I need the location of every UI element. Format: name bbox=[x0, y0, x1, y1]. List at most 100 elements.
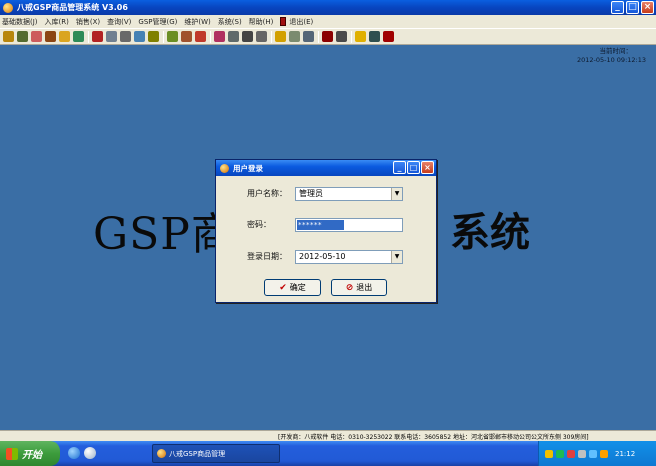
username-row: 用户名称： 管理员 ▼ bbox=[216, 187, 438, 201]
exit-button[interactable]: ⊘ 退出 bbox=[331, 279, 387, 296]
status-bar: [开发商：八戒软件 电话：0310-3253022 联系电话：3605852 地… bbox=[0, 430, 656, 441]
windows-logo-icon bbox=[6, 447, 18, 460]
tool-icon[interactable] bbox=[31, 31, 42, 42]
username-combo[interactable]: 管理员 ▼ bbox=[295, 187, 403, 201]
tray-icon[interactable] bbox=[567, 449, 575, 458]
date-value: 2012-05-10 bbox=[299, 252, 346, 261]
dialog-close-button[interactable]: × bbox=[421, 161, 434, 174]
tool-icon[interactable] bbox=[242, 31, 253, 42]
date-label: 登录日期： bbox=[247, 252, 287, 261]
dialog-title-bar: 用户登录 _ □ × bbox=[216, 160, 436, 176]
clock-label: 当前时间： bbox=[599, 47, 633, 55]
start-label: 开始 bbox=[22, 450, 42, 461]
window-controls: _ □ × bbox=[611, 1, 654, 14]
toolbar-separator bbox=[210, 30, 211, 43]
username-label: 用户名称： bbox=[247, 189, 287, 198]
date-picker[interactable]: 2012-05-10 ▼ bbox=[295, 250, 403, 264]
tool-icon[interactable] bbox=[275, 31, 286, 42]
start-button[interactable]: 开始 bbox=[0, 441, 60, 466]
dialog-title: 用户登录 bbox=[233, 163, 263, 173]
maximize-button[interactable]: □ bbox=[626, 1, 639, 14]
menu-query[interactable]: 查询(V) bbox=[107, 17, 131, 27]
app-icon bbox=[157, 449, 166, 458]
system-tray: 21:12 bbox=[538, 441, 656, 466]
title-bar: 八戒GSP商品管理系统 V3.06 _ □ × bbox=[0, 0, 656, 15]
login-dialog: 用户登录 _ □ × 用户名称： 管理员 ▼ 密码： ****** 登录日期： … bbox=[215, 159, 437, 303]
tool-icon[interactable] bbox=[167, 31, 178, 42]
menu-maintenance[interactable]: 维护(W) bbox=[184, 17, 210, 27]
tool-icon[interactable] bbox=[73, 31, 84, 42]
clock: 当前时间： 2012-05-10 09:12:13 bbox=[577, 47, 646, 65]
tool-icon[interactable] bbox=[3, 31, 14, 42]
exit-circle-icon: ⊘ bbox=[345, 282, 354, 293]
menu-exit[interactable]: 退出(E) bbox=[289, 17, 313, 27]
password-label: 密码： bbox=[247, 220, 271, 229]
tool-icon[interactable] bbox=[92, 31, 103, 42]
tool-icon[interactable] bbox=[17, 31, 28, 42]
background-title-right: 系统 bbox=[450, 210, 530, 256]
tool-icon[interactable] bbox=[336, 31, 347, 42]
tool-icon[interactable] bbox=[256, 31, 267, 42]
exit-icon[interactable] bbox=[383, 31, 394, 42]
minimize-button[interactable]: _ bbox=[611, 1, 624, 14]
tool-icon[interactable] bbox=[59, 31, 70, 42]
menu-bar: 基础数据(J) 入库(R) 销售(X) 查询(V) GSP管理(G) 维护(W)… bbox=[0, 15, 656, 28]
dialog-controls: _ □ × bbox=[393, 161, 434, 174]
menu-sales[interactable]: 销售(X) bbox=[76, 17, 100, 27]
tray-clock: 21:12 bbox=[615, 449, 636, 458]
status-text: [开发商：八戒软件 电话：0310-3253022 联系电话：3605852 地… bbox=[278, 434, 589, 441]
tool-icon[interactable] bbox=[45, 31, 56, 42]
tool-icon[interactable] bbox=[195, 31, 206, 42]
password-field[interactable]: ****** bbox=[295, 218, 403, 232]
menu-help[interactable]: 帮助(H) bbox=[249, 17, 274, 27]
checkmark-icon: ✔ bbox=[279, 282, 287, 293]
tool-icon[interactable] bbox=[289, 31, 300, 42]
task-label: 八戒GSP商品管理 bbox=[169, 449, 226, 458]
chevron-down-icon[interactable]: ▼ bbox=[391, 251, 402, 263]
exit-label: 退出 bbox=[356, 283, 373, 292]
close-button[interactable]: × bbox=[641, 1, 654, 14]
desktop-icon[interactable] bbox=[84, 447, 96, 459]
menu-system[interactable]: 系统(S) bbox=[218, 17, 242, 27]
dialog-app-icon bbox=[220, 163, 229, 173]
toolbar bbox=[0, 28, 656, 45]
tray-icon[interactable] bbox=[578, 449, 586, 458]
tool-icon[interactable] bbox=[228, 31, 239, 42]
menu-gsp[interactable]: GSP管理(G) bbox=[138, 17, 177, 27]
ok-label: 确定 bbox=[289, 283, 306, 292]
password-value: ****** bbox=[297, 220, 344, 230]
tool-icon[interactable] bbox=[120, 31, 131, 42]
tray-icon[interactable] bbox=[556, 449, 564, 458]
password-row: 密码： ****** bbox=[216, 218, 438, 232]
ok-button[interactable]: ✔ 确定 bbox=[264, 279, 321, 296]
tray-icon[interactable] bbox=[545, 449, 553, 458]
tray-icon[interactable] bbox=[600, 449, 608, 458]
tool-icon[interactable] bbox=[181, 31, 192, 42]
dialog-maximize-button[interactable]: □ bbox=[407, 161, 420, 174]
date-row: 登录日期： 2012-05-10 ▼ bbox=[216, 250, 438, 264]
toolbar-separator bbox=[318, 30, 319, 43]
menu-basic-data[interactable]: 基础数据(J) bbox=[2, 17, 38, 27]
tool-icon[interactable] bbox=[369, 31, 380, 42]
tool-icon[interactable] bbox=[303, 31, 314, 42]
tool-icon[interactable] bbox=[322, 31, 333, 42]
toolbar-separator bbox=[88, 30, 89, 43]
dialog-minimize-button[interactable]: _ bbox=[393, 161, 406, 174]
taskbar: 开始 八戒GSP商品管理 21:12 bbox=[0, 441, 656, 466]
window-title: 八戒GSP商品管理系统 V3.06 bbox=[17, 3, 128, 12]
taskbar-item-app[interactable]: 八戒GSP商品管理 bbox=[152, 444, 280, 463]
tool-icon[interactable] bbox=[148, 31, 159, 42]
chevron-down-icon[interactable]: ▼ bbox=[391, 188, 402, 200]
menu-stock-in[interactable]: 入库(R) bbox=[45, 17, 69, 27]
tray-icon[interactable] bbox=[589, 449, 597, 458]
username-value: 管理员 bbox=[299, 189, 323, 198]
app-icon bbox=[3, 2, 13, 13]
help-icon[interactable] bbox=[355, 31, 366, 42]
toolbar-separator bbox=[271, 30, 272, 43]
exit-door-icon bbox=[280, 17, 287, 26]
tool-icon[interactable] bbox=[214, 31, 225, 42]
tool-icon[interactable] bbox=[134, 31, 145, 42]
tool-icon[interactable] bbox=[106, 31, 117, 42]
toolbar-separator bbox=[163, 30, 164, 43]
ie-icon[interactable] bbox=[68, 447, 80, 459]
